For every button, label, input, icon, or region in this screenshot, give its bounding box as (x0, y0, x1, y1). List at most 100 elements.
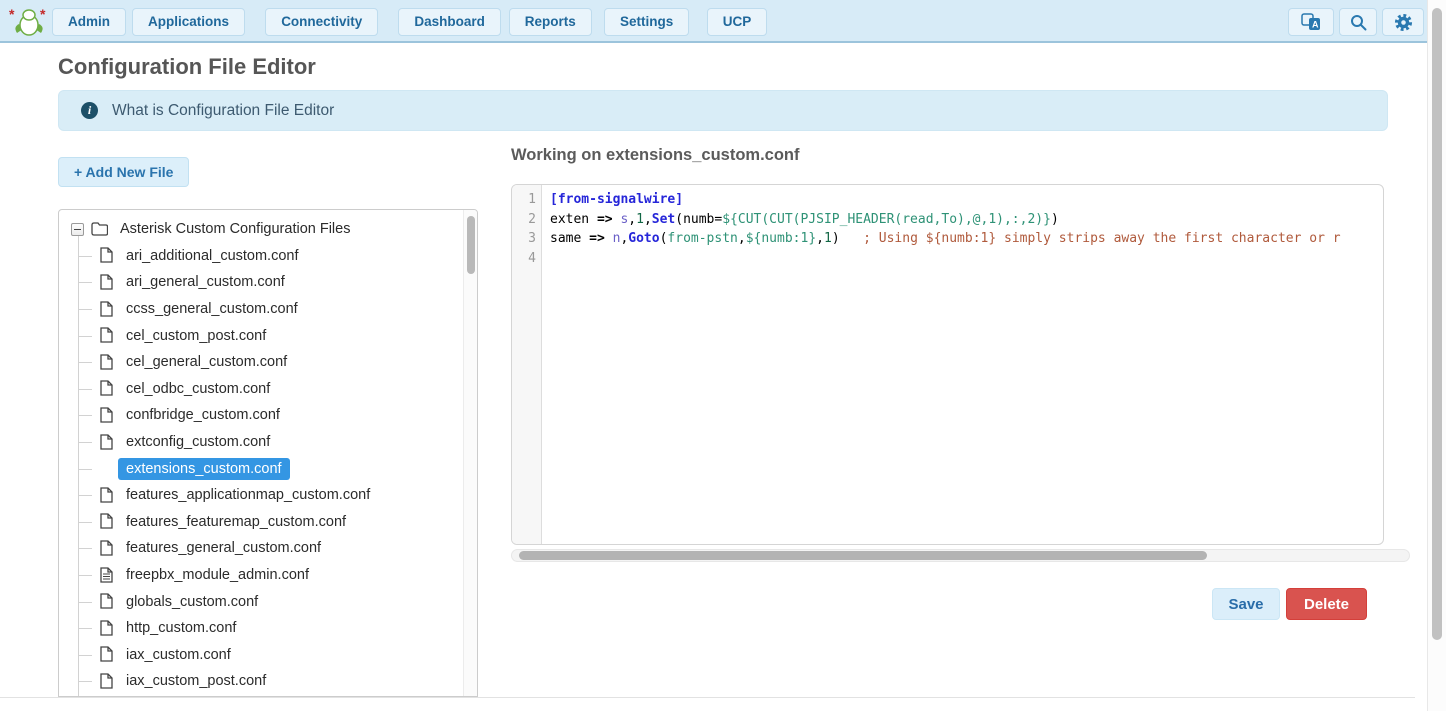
file-icon (99, 593, 114, 610)
line-number-gutter: 1234 (512, 185, 542, 544)
tree-item-http_custom-conf[interactable]: http_custom.conf (59, 615, 463, 642)
page-title: Configuration File Editor (58, 54, 316, 80)
nav-item-ucp[interactable]: UCP (707, 8, 768, 36)
add-new-file-button[interactable]: + Add New File (58, 157, 189, 187)
svg-text:*: * (40, 7, 46, 22)
svg-text:A: A (1312, 20, 1319, 30)
tree-item-iax_custom-conf[interactable]: iax_custom.conf (59, 642, 463, 669)
editor-horizontal-scrollbar-thumb[interactable] (519, 551, 1207, 560)
tree-item-label: ari_general_custom.conf (122, 272, 289, 292)
nav-item-settings[interactable]: Settings (604, 8, 689, 36)
file-icon (99, 487, 114, 504)
info-icon: i (81, 102, 98, 119)
tree-item-label: globals_custom.conf (122, 592, 262, 612)
folder-icon (91, 222, 108, 236)
code-line-1: [from-signalwire] (550, 192, 1383, 212)
code-line-3: same => n,Goto(from-pstn,${numb:1},1) ; … (550, 231, 1383, 251)
tree-item-cel_general_custom-conf[interactable]: cel_general_custom.conf (59, 349, 463, 376)
tree-item-extconfig_custom-conf[interactable]: extconfig_custom.conf (59, 429, 463, 456)
tree-item-cel_custom_post-conf[interactable]: cel_custom_post.conf (59, 322, 463, 349)
tree-item-features_applicationmap_custom-conf[interactable]: features_applicationmap_custom.conf (59, 482, 463, 509)
tree-item-label: cel_custom_post.conf (122, 326, 270, 346)
tree-item-label: ari_additional_custom.conf (122, 246, 303, 266)
file-tree-panel: Asterisk Custom Configuration Files ari_a… (58, 209, 478, 697)
file-icon (99, 673, 114, 690)
language-button[interactable]: A (1288, 8, 1334, 36)
tree-item-iax_custom_post-conf[interactable]: iax_custom_post.conf (59, 668, 463, 695)
nav-item-dashboard[interactable]: Dashboard (398, 8, 501, 36)
freepbx-logo-icon[interactable]: * * (9, 7, 49, 36)
info-banner[interactable]: i What is Configuration File Editor (58, 90, 1388, 131)
code-editor[interactable]: 1234 [from-signalwire]exten => s,1,Set(n… (511, 184, 1384, 545)
delete-button[interactable]: Delete (1286, 588, 1367, 620)
tree-item-ari_additional_custom-conf[interactable]: ari_additional_custom.conf (59, 243, 463, 270)
save-button[interactable]: Save (1212, 588, 1280, 620)
file-icon (99, 274, 114, 291)
tree-scrollbar-thumb[interactable] (467, 216, 475, 274)
file-lines-icon (99, 567, 114, 584)
nav-item-applications[interactable]: Applications (132, 8, 245, 36)
code-text-area[interactable]: [from-signalwire]exten => s,1,Set(numb=$… (542, 185, 1383, 544)
tree-item-label: confbridge_custom.conf (122, 405, 284, 425)
settings-button[interactable] (1382, 8, 1424, 36)
editor-horizontal-scrollbar[interactable] (511, 549, 1410, 562)
page-scrollbar[interactable] (1427, 0, 1446, 711)
tree-item-label: features_featuremap_custom.conf (122, 512, 350, 532)
line-number: 2 (512, 212, 541, 232)
nav-item-admin[interactable]: Admin (52, 8, 126, 36)
search-button[interactable] (1339, 8, 1377, 36)
file-icon (99, 380, 114, 397)
tree-item-extensions_custom-conf[interactable]: extensions_custom.conf (59, 455, 463, 482)
file-icon (99, 327, 114, 344)
page-scrollbar-thumb[interactable] (1432, 8, 1442, 640)
tree-item-freepbx_module_admin-conf[interactable]: freepbx_module_admin.conf (59, 562, 463, 589)
nav-item-connectivity[interactable]: Connectivity (265, 8, 378, 36)
line-number: 4 (512, 251, 541, 271)
tree-item-label: extconfig_custom.conf (122, 432, 274, 452)
collapse-minus-icon[interactable] (71, 223, 84, 236)
tree-item-label: http_custom.conf (122, 618, 240, 638)
nav-item-reports[interactable]: Reports (509, 8, 592, 36)
tree-item-confbridge_custom-conf[interactable]: confbridge_custom.conf (59, 402, 463, 429)
tree-item-label: iax_custom.conf (122, 645, 235, 665)
file-icon (99, 247, 114, 264)
tree-item-label: extensions_custom.conf (118, 458, 290, 480)
search-icon (1350, 14, 1367, 31)
file-icon (99, 646, 114, 663)
top-navbar: * * AdminApplications Connectivity Dashboa… (0, 0, 1446, 43)
tree-item-label: cel_odbc_custom.conf (122, 379, 274, 399)
tree-item-label: iax_custom_post.conf (122, 671, 270, 691)
tree-item-features_featuremap_custom-conf[interactable]: features_featuremap_custom.conf (59, 509, 463, 536)
gear-icon (1394, 13, 1413, 32)
code-line-4 (550, 251, 1383, 271)
language-icon: A (1301, 13, 1321, 31)
tree-item-globals_custom-conf[interactable]: globals_custom.conf (59, 588, 463, 615)
tree-item-ari_general_custom-conf[interactable]: ari_general_custom.conf (59, 269, 463, 296)
tree-item-label: ccss_general_custom.conf (122, 299, 302, 319)
tree-item-features_general_custom-conf[interactable]: features_general_custom.conf (59, 535, 463, 562)
file-icon (99, 513, 114, 530)
file-icon (99, 434, 114, 451)
tree-root-label: Asterisk Custom Configuration Files (116, 219, 354, 239)
line-number: 3 (512, 231, 541, 251)
content-bottom-divider (0, 697, 1415, 698)
svg-text:*: * (9, 7, 15, 22)
line-number: 1 (512, 192, 541, 212)
tree-root-asterisk-custom-configuration-files[interactable]: Asterisk Custom Configuration Files (59, 216, 463, 243)
tree-item-label: cel_general_custom.conf (122, 352, 291, 372)
file-icon (99, 354, 114, 371)
working-on-heading: Working on extensions_custom.conf (511, 146, 799, 165)
tree-item-label: features_general_custom.conf (122, 538, 325, 558)
tree-item-label: features_applicationmap_custom.conf (122, 485, 374, 505)
tree-scrollbar[interactable] (463, 210, 477, 696)
info-banner-text: What is Configuration File Editor (112, 102, 334, 120)
tree-item-ccss_general_custom-conf[interactable]: ccss_general_custom.conf (59, 296, 463, 323)
file-icon (99, 407, 114, 424)
file-icon (99, 301, 114, 318)
file-icon (99, 620, 114, 637)
tree-item-cel_odbc_custom-conf[interactable]: cel_odbc_custom.conf (59, 376, 463, 403)
tree-item-label: freepbx_module_admin.conf (122, 565, 313, 585)
code-line-2: exten => s,1,Set(numb=${CUT(CUT(PJSIP_HE… (550, 212, 1383, 232)
file-lines-icon (99, 460, 114, 477)
file-icon (99, 540, 114, 557)
